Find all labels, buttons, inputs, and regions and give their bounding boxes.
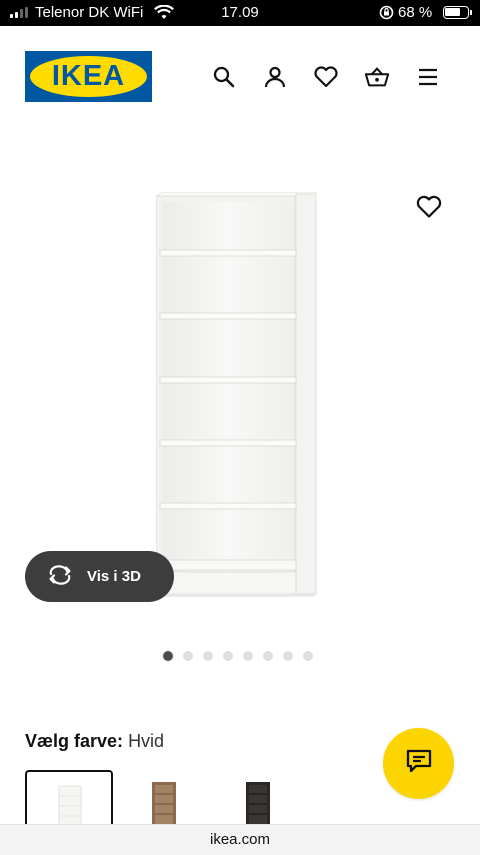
bookcase-white-thumbnail xyxy=(58,785,82,833)
rotate-3d-icon xyxy=(47,564,73,589)
user-icon[interactable] xyxy=(262,64,288,90)
bookcase-brown-thumbnail xyxy=(152,782,176,830)
heart-icon[interactable] xyxy=(313,64,339,90)
color-swatch-brown[interactable] xyxy=(122,770,210,832)
rotation-lock-icon xyxy=(379,5,394,24)
search-icon[interactable] xyxy=(211,64,237,90)
browser-url-bar[interactable]: ikea.com xyxy=(0,824,480,855)
pagination-dot[interactable] xyxy=(283,651,293,661)
color-label-text: Vælg farve: xyxy=(25,731,124,751)
url-text: ikea.com xyxy=(209,831,271,848)
pagination-dot[interactable] xyxy=(203,651,213,661)
pagination-dot[interactable] xyxy=(183,651,193,661)
color-swatch-black[interactable] xyxy=(217,770,305,832)
product-image-gallery[interactable]: Vis i 3D xyxy=(0,130,480,650)
chat-icon xyxy=(405,748,433,779)
pagination-dot[interactable] xyxy=(243,651,253,661)
bookcase-black-thumbnail xyxy=(246,782,270,830)
pagination-dot[interactable] xyxy=(163,651,173,661)
battery-icon xyxy=(443,6,472,19)
chat-button[interactable] xyxy=(383,728,454,799)
basket-icon[interactable] xyxy=(364,64,390,90)
view-in-3d-button[interactable]: Vis i 3D xyxy=(25,551,174,602)
menu-icon[interactable] xyxy=(415,64,441,90)
color-selector-label: Vælg farve: Hvid xyxy=(25,731,164,752)
view-in-3d-label: Vis i 3D xyxy=(87,568,141,585)
logo-text: IKEA xyxy=(51,60,126,92)
battery-percent: 68 % xyxy=(398,4,433,21)
site-header: IKEA xyxy=(0,26,480,130)
favorite-heart-icon[interactable] xyxy=(415,194,443,222)
ikea-logo[interactable]: IKEA xyxy=(25,51,152,102)
status-bar: Telenor DK WiFi 17.09 68 % xyxy=(0,0,480,26)
pagination-dot[interactable] xyxy=(223,651,233,661)
image-pagination xyxy=(163,651,313,661)
logo-oval: IKEA xyxy=(30,56,147,97)
pagination-dot[interactable] xyxy=(263,651,273,661)
bookcase-image xyxy=(156,192,317,597)
pagination-dot[interactable] xyxy=(303,651,313,661)
color-swatch-white[interactable] xyxy=(25,770,113,833)
selected-color-value: Hvid xyxy=(128,731,165,751)
